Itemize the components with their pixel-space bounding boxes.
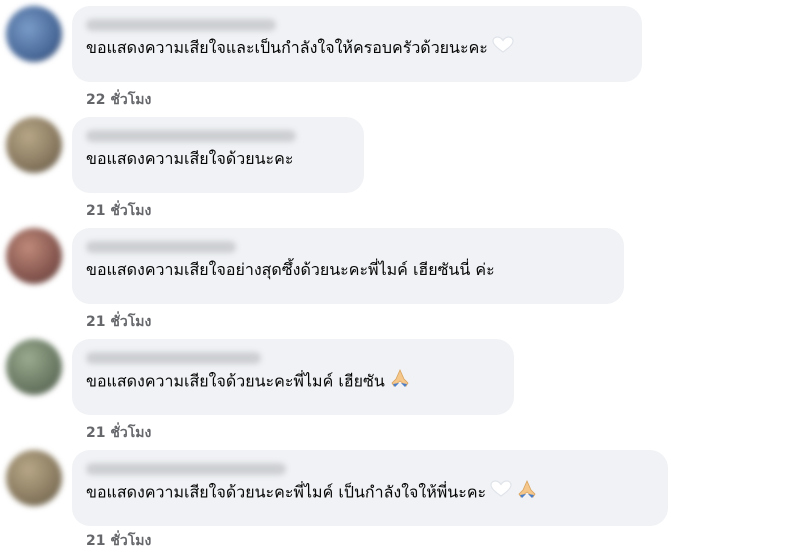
avatar[interactable] [6, 339, 62, 395]
commenter-name[interactable] [86, 130, 296, 142]
avatar[interactable] [6, 228, 62, 284]
folded-hands-icon [516, 479, 538, 507]
comment-bubble: ขอแสดงความเสียใจและเป็นกำลังใจให้ครอบครั… [72, 6, 642, 82]
comment-text: ขอแสดงความเสียใจอย่างสุดซึ้งด้วยนะคะพี่ไ… [86, 260, 495, 279]
commenter-name[interactable] [86, 352, 261, 364]
comment-text: ขอแสดงความเสียใจด้วยนะคะ [86, 149, 294, 168]
commenter-name[interactable] [86, 19, 276, 31]
comment-text: ขอแสดงความเสียใจด้วยนะคะพี่ไมค์ เป็นกำลั… [86, 479, 654, 507]
avatar[interactable] [6, 117, 62, 173]
avatar[interactable] [6, 6, 62, 62]
comment-bubble: ขอแสดงความเสียใจอย่างสุดซึ้งด้วยนะคะพี่ไ… [72, 228, 624, 304]
folded-hands-icon [389, 368, 411, 396]
comment-bubble: ขอแสดงความเสียใจด้วยนะคะพี่ไมค์ เป็นกำลั… [72, 450, 668, 526]
comment-bubble: ขอแสดงความเสียใจด้วยนะคะพี่ไมค์ เฮียซัน [72, 339, 514, 415]
commenter-name[interactable] [86, 463, 286, 475]
comment-timestamp[interactable]: 21 ชั่วโมง [86, 311, 151, 333]
white-heart-icon [492, 35, 514, 62]
comment-text: ขอแสดงความเสียใจและเป็นกำลังใจให้ครอบครั… [86, 35, 628, 62]
comment-timestamp[interactable]: 22 ชั่วโมง [86, 89, 151, 111]
comment-timestamp[interactable]: 21 ชั่วโมง [86, 530, 151, 546]
avatar[interactable] [6, 450, 62, 506]
comment-text: ขอแสดงความเสียใจด้วยนะคะพี่ไมค์ เฮียซัน [86, 368, 500, 396]
comment-timestamp[interactable]: 21 ชั่วโมง [86, 200, 151, 222]
commenter-name[interactable] [86, 241, 236, 253]
comment-bubble: ขอแสดงความเสียใจด้วยนะคะ [72, 117, 364, 193]
white-heart-icon [490, 480, 512, 506]
comment-timestamp[interactable]: 21 ชั่วโมง [86, 422, 151, 444]
